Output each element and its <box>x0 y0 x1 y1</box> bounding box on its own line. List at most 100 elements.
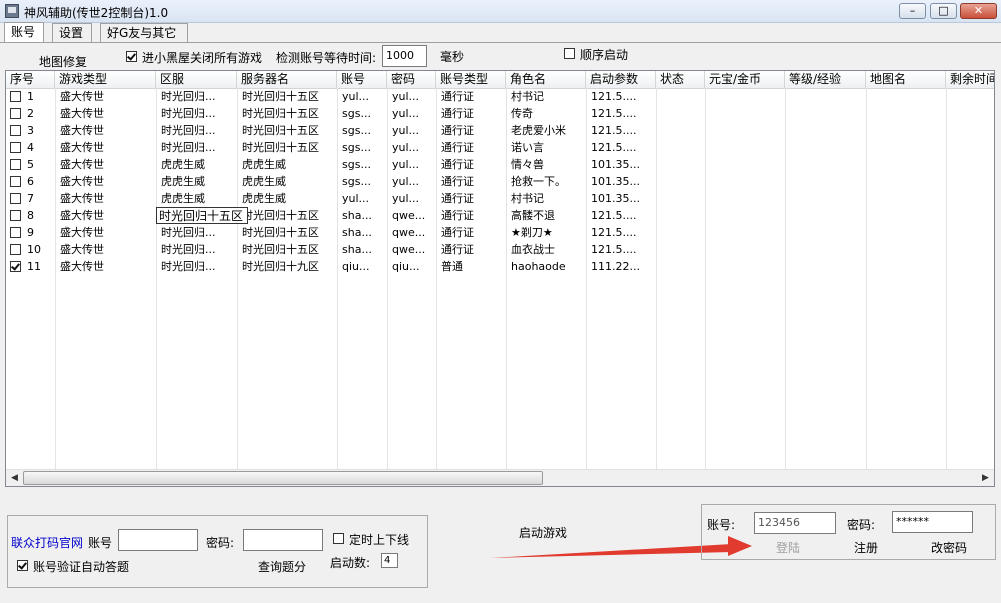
table-row[interactable]: 8 盛大传世 时光回归十五区 时光回归十五区 sha... qwe... 通行证 高髅不退 12… <box>6 207 994 224</box>
table-cell: 盛大传世 <box>60 192 104 205</box>
col-header[interactable]: 角色名 <box>506 71 586 88</box>
table-row[interactable]: 2 盛大传世 时光回归... 时光回归十五区 sgs... yul... 通行证 传奇 121.… <box>6 105 994 122</box>
account-list[interactable]: 序号 游戏类型 区服 服务器名 账号 密码 账号类型 角色名 启动参数 状态 元… <box>5 70 995 487</box>
table-row[interactable]: 11 盛大传世 时光回归... 时光回归十九区 qiu... qiu... 普通 haohao… <box>6 258 994 275</box>
table-cell <box>866 207 946 224</box>
change-password-button[interactable]: 改密码 <box>924 539 974 556</box>
timed-online-checkbox[interactable] <box>333 533 344 544</box>
table-cell <box>705 105 785 122</box>
table-cell: qiu... <box>342 260 370 273</box>
table-row[interactable]: 7 盛大传世 虎虎生威 虎虎生威 yul... yul... 通行证 村书记 101.35... <box>6 190 994 207</box>
row-checkbox[interactable] <box>10 261 21 272</box>
close-button[interactable]: ✕ <box>960 3 997 19</box>
table-cell <box>656 156 705 173</box>
table-cell <box>946 156 994 173</box>
map-repair-button[interactable]: 地图修复 <box>39 53 87 70</box>
table-cell <box>866 190 946 207</box>
table-cell: 普通 <box>441 260 463 273</box>
scroll-right-icon[interactable]: ▶ <box>977 470 994 486</box>
table-cell <box>785 224 866 241</box>
tab-account[interactable]: 账号 <box>4 22 44 43</box>
table-cell: 时光回归十五区 <box>242 226 319 239</box>
table-cell <box>866 258 946 275</box>
scroll-left-icon[interactable]: ◀ <box>6 470 23 486</box>
scroll-thumb[interactable] <box>23 471 543 485</box>
captcha-password-input[interactable] <box>243 529 323 551</box>
row-checkbox[interactable] <box>10 193 21 204</box>
table-cell: sha... <box>342 209 372 222</box>
table-cell: 时光回归十五区 <box>242 107 319 120</box>
row-checkbox[interactable] <box>10 142 21 153</box>
row-checkbox[interactable] <box>10 176 21 187</box>
col-header[interactable]: 账号 <box>337 71 387 88</box>
table-cell <box>785 88 866 105</box>
col-header[interactable]: 账号类型 <box>436 71 506 88</box>
login-account-input[interactable]: 123456 <box>754 512 836 534</box>
table-row[interactable]: 3 盛大传世 时光回归... 时光回归十五区 sgs... yul... 通行证 老虎爱小米 1… <box>6 122 994 139</box>
table-cell <box>785 207 866 224</box>
launch-count-input[interactable]: 4 <box>381 553 398 568</box>
captcha-account-input[interactable] <box>118 529 198 551</box>
col-header[interactable]: 元宝/金币 <box>705 71 785 88</box>
table-cell: sha... <box>342 243 372 256</box>
table-cell: qwe... <box>392 243 426 256</box>
col-header[interactable]: 区服 <box>156 71 237 88</box>
blackroom-checkbox[interactable] <box>126 51 137 62</box>
wait-unit-label: 毫秒 <box>440 50 465 64</box>
table-cell: 虎虎生威 <box>161 192 205 205</box>
table-cell <box>705 88 785 105</box>
row-checkbox[interactable] <box>10 91 21 102</box>
col-header[interactable]: 状态 <box>656 71 705 88</box>
table-row[interactable]: 4 盛大传世 时光回归... 时光回归十五区 sgs... yul... 通行证 诺い言 121… <box>6 139 994 156</box>
row-checkbox[interactable] <box>10 159 21 170</box>
table-cell: 7 <box>27 192 34 205</box>
row-checkbox[interactable] <box>10 210 21 221</box>
login-password-label: 密码: <box>847 518 876 532</box>
col-header[interactable]: 剩余时间 <box>946 71 994 88</box>
login-password-input[interactable]: ****** <box>892 511 973 533</box>
row-checkbox[interactable] <box>10 108 21 119</box>
captcha-site-link[interactable]: 联众打码官网 <box>11 534 83 551</box>
wait-time-input[interactable]: 1000 <box>382 45 427 67</box>
table-cell <box>785 105 866 122</box>
tab-settings[interactable]: 设置 <box>52 23 92 42</box>
table-row[interactable]: 6 盛大传世 虎虎生威 虎虎生威 sgs... yul... 通行证 抢救一下。 101.35.… <box>6 173 994 190</box>
table-cell <box>946 258 994 275</box>
table-cell: 时光回归... <box>161 260 216 273</box>
col-header[interactable]: 密码 <box>387 71 436 88</box>
tab-friends-other[interactable]: 好G友与其它 <box>100 23 188 42</box>
table-cell: yul... <box>342 192 370 205</box>
title-bar: 神风辅助(传世2控制台)1.0 – □ ✕ <box>0 0 1001 23</box>
table-cell: 11 <box>27 260 41 273</box>
auto-answer-checkbox[interactable] <box>17 560 28 571</box>
table-cell: 村书记 <box>511 90 544 103</box>
table-cell: 老虎爱小米 <box>511 124 566 137</box>
table-row[interactable]: 10 盛大传世 时光回归... 时光回归十五区 sha... qwe... 通行证 血衣战士 1… <box>6 241 994 258</box>
col-header[interactable]: 启动参数 <box>586 71 656 88</box>
col-header[interactable]: 地图名 <box>866 71 946 88</box>
table-cell: 8 <box>27 209 34 222</box>
table-row[interactable]: 9 盛大传世 时光回归... 时光回归十五区 sha... qwe... 通行证 ★剃刀★ 12… <box>6 224 994 241</box>
table-cell: 时光回归... <box>161 107 216 120</box>
table-cell: 盛大传世 <box>60 124 104 137</box>
row-checkbox[interactable] <box>10 125 21 136</box>
list-header: 序号 游戏类型 区服 服务器名 账号 密码 账号类型 角色名 启动参数 状态 元… <box>6 71 994 89</box>
row-checkbox[interactable] <box>10 244 21 255</box>
row-checkbox[interactable] <box>10 227 21 238</box>
sequential-start-checkbox[interactable] <box>564 48 575 59</box>
col-header[interactable]: 等级/经验 <box>785 71 866 88</box>
table-cell: 通行证 <box>441 192 474 205</box>
horizontal-scrollbar[interactable]: ◀ ▶ <box>6 469 994 486</box>
minimize-button[interactable]: – <box>899 3 926 19</box>
login-button[interactable]: 登陆 <box>768 539 808 556</box>
register-button[interactable]: 注册 <box>846 539 886 556</box>
table-cell: 时光回归... <box>161 243 216 256</box>
col-header[interactable]: 服务器名 <box>237 71 337 88</box>
col-header[interactable]: 序号 <box>6 71 55 88</box>
table-cell: 通行证 <box>441 243 474 256</box>
table-row[interactable]: 1 盛大传世 时光回归... 时光回归十五区 yul... yul... 通行证 村书记 121… <box>6 88 994 105</box>
col-header[interactable]: 游戏类型 <box>55 71 156 88</box>
maximize-button[interactable]: □ <box>930 3 957 19</box>
table-row[interactable]: 5 盛大传世 虎虎生威 虎虎生威 sgs... yul... 通行证 情々兽 101.35... <box>6 156 994 173</box>
query-score-button[interactable]: 查询题分 <box>258 558 306 575</box>
